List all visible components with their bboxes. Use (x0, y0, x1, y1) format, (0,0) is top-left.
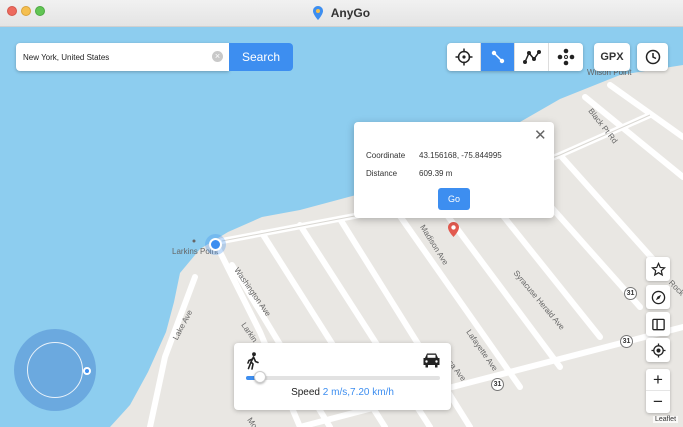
two-spot-route-icon (491, 50, 504, 64)
device-tool (646, 312, 670, 336)
locate-me-button[interactable] (646, 338, 670, 362)
coordinate-label: Coordinate (366, 151, 406, 160)
crosshair-icon (455, 48, 472, 66)
anygo-logo-icon (312, 6, 323, 20)
locate-target-icon (650, 342, 666, 358)
speed-slider-thumb[interactable] (253, 371, 266, 383)
distance-label: Distance (366, 169, 398, 178)
mode-toolbar (447, 43, 583, 71)
speed-slider[interactable] (246, 371, 440, 383)
speed-value: 2 m/s,7.20 km/h (322, 387, 394, 398)
speed-label: Speed (291, 387, 320, 398)
two-spot-mode-button[interactable] (481, 43, 515, 71)
compass-tool (646, 285, 670, 309)
joystick-ring (27, 342, 83, 398)
title-bar: AnyGo (0, 0, 683, 27)
destination-popup: ✕ Coordinate 43.156168, -75.844995 Dista… (354, 122, 554, 218)
joystick-pad[interactable] (14, 329, 96, 411)
teleport-mode-button[interactable] (447, 43, 481, 71)
locate-tool (646, 338, 670, 362)
window-title: AnyGo (330, 6, 371, 20)
car-icon[interactable] (422, 352, 441, 369)
search-input[interactable] (23, 49, 208, 65)
history-button[interactable] (637, 43, 668, 71)
clear-search-icon[interactable]: × (212, 51, 223, 62)
window-title-area: AnyGo (0, 4, 683, 22)
clock-icon (645, 49, 660, 65)
destination-pin-icon[interactable] (448, 222, 459, 237)
zoom-control: + − (646, 369, 670, 413)
route-badge-31: 31 (620, 335, 633, 348)
speed-readout: Speed 2 m/s,7.20 km/h (234, 387, 451, 398)
compass-button[interactable] (646, 285, 670, 309)
route-badge-31: 31 (624, 287, 637, 300)
coordinate-value: 43.156168, -75.844995 (419, 151, 502, 160)
current-location-marker[interactable] (209, 238, 222, 251)
map-attribution[interactable]: Leaflet (653, 416, 679, 423)
device-screen-icon (651, 318, 665, 330)
route-badge-31: 31 (491, 378, 504, 391)
compass-icon (651, 290, 665, 304)
joystick-dpad-icon (557, 48, 575, 66)
star-icon (650, 261, 666, 276)
favorites-button[interactable] (646, 257, 670, 281)
zoom-out-button[interactable]: − (646, 391, 670, 413)
joystick-knob[interactable] (83, 367, 91, 375)
go-button[interactable]: Go (438, 188, 470, 210)
speed-panel: Speed 2 m/s,7.20 km/h (234, 343, 451, 410)
zoom-in-button[interactable]: + (646, 369, 670, 391)
joystick-mode-button[interactable] (549, 43, 583, 71)
walking-icon[interactable] (246, 352, 260, 370)
search-button[interactable]: Search (229, 43, 293, 71)
popup-close-icon[interactable]: ✕ (534, 128, 547, 144)
favorites-tool (646, 257, 670, 281)
distance-value: 609.39 m (419, 169, 453, 178)
search-box (16, 43, 229, 71)
device-screen-button[interactable] (646, 312, 670, 336)
multi-spot-mode-button[interactable] (515, 43, 549, 71)
multi-spot-route-icon (522, 50, 541, 64)
gpx-import-button[interactable]: GPX (594, 43, 630, 71)
